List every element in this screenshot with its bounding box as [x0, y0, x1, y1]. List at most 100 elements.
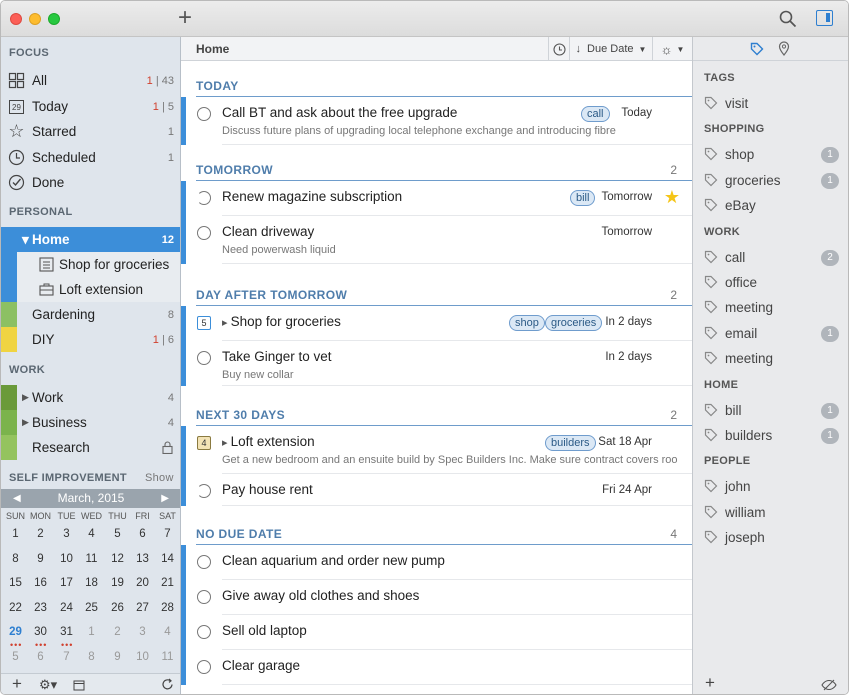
- calendar-day[interactable]: 11: [79, 553, 104, 565]
- calendar-day[interactable]: 2: [105, 626, 130, 638]
- sidebar-item-today[interactable]: 29 Today 1 | 5: [1, 94, 180, 119]
- task-row[interactable]: Pay house rent Fri 24 Apr: [181, 474, 692, 506]
- sidebar-item-diy[interactable]: DIY 1 | 6: [1, 327, 180, 352]
- task-due-date[interactable]: In 2 days: [605, 316, 652, 328]
- calendar-toggle-icon[interactable]: [73, 679, 85, 691]
- calendar-day[interactable]: 2: [28, 528, 53, 540]
- calendar-day[interactable]: 9: [105, 651, 130, 663]
- calendar-day[interactable]: 27: [130, 602, 155, 614]
- task-tag[interactable]: call: [581, 106, 610, 122]
- calendar-day[interactable]: 17: [54, 577, 79, 589]
- task-due-date[interactable]: Sat 18 Apr: [598, 436, 652, 448]
- calendar-day[interactable]: 3: [130, 626, 155, 638]
- sidebar-item-done[interactable]: Done: [1, 170, 180, 195]
- calendar-day[interactable]: 31: [54, 626, 79, 638]
- task-due-date[interactable]: In 2 days: [605, 351, 652, 363]
- view-options-button[interactable]: ☼ ▼: [652, 37, 692, 61]
- calendar-day[interactable]: 23: [28, 602, 53, 614]
- task-row[interactable]: Renew magazine subscription bill Tomorrow ★: [181, 181, 692, 216]
- calendar-day[interactable]: 14: [155, 553, 180, 565]
- calendar-day[interactable]: 8: [3, 553, 28, 565]
- calendar-day[interactable]: 29: [3, 626, 28, 638]
- calendar-day[interactable]: 4: [79, 528, 104, 540]
- calendar-day[interactable]: 22: [3, 602, 28, 614]
- expand-triangle-icon[interactable]: ▸: [222, 317, 231, 329]
- sidebar-item-home[interactable]: ▾ Home 12: [1, 227, 180, 252]
- location-pin-icon[interactable]: [778, 41, 790, 56]
- task-row[interactable]: 5 ▸ Shop for groceries shop groceries In 2 d…: [181, 306, 692, 341]
- calendar-day[interactable]: 15: [3, 577, 28, 589]
- minimize-window-button[interactable]: [29, 13, 41, 25]
- calendar-day[interactable]: 10: [130, 651, 155, 663]
- project-badge-icon[interactable]: 5: [197, 316, 211, 330]
- add-tag-button[interactable]: +: [705, 673, 715, 693]
- task-tag[interactable]: builders: [545, 435, 596, 451]
- calendar-day[interactable]: 18: [79, 577, 104, 589]
- tag-item[interactable]: meeting: [693, 348, 848, 370]
- sidebar-item-shop-for-groceries[interactable]: Shop for groceries: [17, 252, 180, 277]
- sidebar-item-research[interactable]: Research: [1, 435, 180, 460]
- calendar-day[interactable]: 21: [155, 577, 180, 589]
- calendar-day[interactable]: 1: [79, 626, 104, 638]
- tag-item[interactable]: bill 1: [693, 400, 848, 422]
- star-icon[interactable]: ★: [664, 187, 680, 208]
- calendar-day[interactable]: 1: [3, 528, 28, 540]
- sort-by-button[interactable]: ↓ Due Date ▼: [569, 37, 652, 61]
- tag-item[interactable]: email 1: [693, 323, 848, 345]
- task-row[interactable]: Take Ginger to vet Buy new collar In 2 day…: [181, 341, 692, 386]
- previous-month-arrow-icon[interactable]: ◀: [13, 489, 21, 508]
- calendar-day[interactable]: 9: [28, 553, 53, 565]
- tag-item[interactable]: william: [693, 502, 848, 524]
- task-due-date[interactable]: Tomorrow: [602, 226, 652, 238]
- calendar-day[interactable]: 26: [105, 602, 130, 614]
- calendar-day[interactable]: 30: [28, 626, 53, 638]
- tag-item[interactable]: meeting: [693, 297, 848, 319]
- search-icon[interactable]: [779, 10, 797, 28]
- task-checkbox[interactable]: [197, 107, 211, 121]
- task-tag[interactable]: shop: [509, 315, 545, 331]
- task-tag[interactable]: groceries: [545, 315, 603, 331]
- calendar-day[interactable]: 8: [79, 651, 104, 663]
- tag-item[interactable]: joseph: [693, 527, 848, 549]
- calendar-day[interactable]: 19: [105, 577, 130, 589]
- calendar-day[interactable]: 20: [130, 577, 155, 589]
- calendar-day[interactable]: 25: [79, 602, 104, 614]
- task-row[interactable]: Clean aquarium and order new pump: [181, 545, 692, 580]
- sidebar-item-work[interactable]: ▶ Work 4: [1, 385, 180, 410]
- task-checkbox[interactable]: [197, 226, 211, 240]
- task-row[interactable]: Clean driveway Need powerwash liquid Tomor…: [181, 216, 692, 264]
- task-row[interactable]: 4 ▸ Loft extension Get a new bedroom and a…: [181, 426, 692, 474]
- calendar-day[interactable]: 3: [54, 528, 79, 540]
- add-task-button[interactable]: +: [178, 6, 192, 30]
- calendar-day[interactable]: 13: [130, 553, 155, 565]
- calendar-day[interactable]: 11: [155, 651, 180, 663]
- recurring-checkbox-icon[interactable]: [197, 484, 211, 498]
- calendar-day[interactable]: 5: [105, 528, 130, 540]
- task-row[interactable]: Sell old laptop: [181, 615, 692, 650]
- project-badge-icon[interactable]: 4: [197, 436, 211, 450]
- sidebar-item-loft-extension[interactable]: Loft extension: [17, 277, 180, 302]
- next-month-arrow-icon[interactable]: ▶: [161, 489, 169, 508]
- expand-triangle-icon[interactable]: ▸: [222, 437, 231, 449]
- task-row[interactable]: Clear garage: [181, 650, 692, 685]
- task-checkbox[interactable]: [197, 555, 211, 569]
- sync-icon[interactable]: [161, 678, 174, 691]
- tag-item[interactable]: groceries 1: [693, 170, 848, 192]
- calendar-day[interactable]: 6: [28, 651, 53, 663]
- tag-item[interactable]: john: [693, 476, 848, 498]
- task-due-date[interactable]: Tomorrow: [602, 191, 652, 203]
- task-due-date[interactable]: Today: [621, 107, 652, 119]
- clock-filter-button[interactable]: [548, 37, 569, 61]
- task-row[interactable]: Call BT and ask about the free upgrade Di…: [181, 97, 692, 145]
- task-row[interactable]: Give away old clothes and shoes: [181, 580, 692, 615]
- gear-menu-icon[interactable]: ⚙▾: [39, 677, 57, 693]
- tag-item[interactable]: builders 1: [693, 425, 848, 447]
- disclosure-triangle-icon[interactable]: ▾: [22, 232, 29, 248]
- task-checkbox[interactable]: [197, 351, 211, 365]
- task-tag[interactable]: bill: [570, 190, 596, 206]
- disclosure-triangle-icon[interactable]: ▶: [22, 417, 29, 428]
- calendar-day[interactable]: 6: [130, 528, 155, 540]
- sidebar-item-business[interactable]: ▶ Business 4: [1, 410, 180, 435]
- calendar-day[interactable]: 5: [3, 651, 28, 663]
- calendar-day[interactable]: 4: [155, 626, 180, 638]
